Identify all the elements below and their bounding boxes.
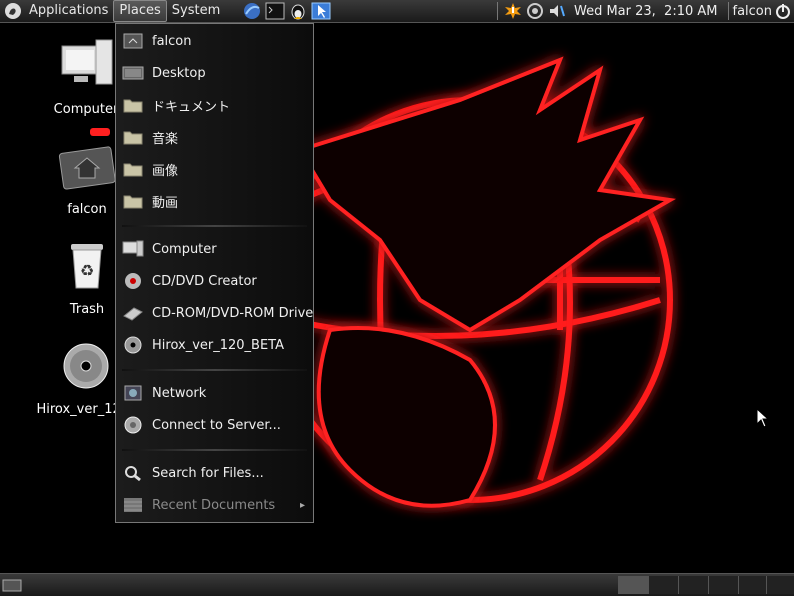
menu-item-network[interactable]: Network (116, 378, 313, 408)
volume-icon[interactable] (548, 2, 566, 20)
menu-item-videos[interactable]: 動画 (116, 186, 313, 216)
svg-text:♻: ♻ (80, 261, 94, 280)
places-menu: falcon Desktop ドキュメント 音楽 画像 動画 Computer … (115, 23, 314, 523)
menu-separator (122, 369, 307, 371)
search-icon (125, 466, 141, 482)
mouse-cursor-icon (756, 408, 770, 428)
drive-icon (123, 307, 143, 321)
shutdown-icon[interactable] (774, 2, 792, 20)
panel-separator (496, 2, 498, 20)
menu-item-pictures[interactable]: 画像 (116, 154, 313, 184)
applications-menu[interactable]: Applications (24, 1, 113, 21)
workspace-5[interactable] (738, 576, 768, 594)
main-menu-logo-icon[interactable] (2, 1, 24, 21)
panel-right-area: Wed Mar 23, 2:10 AM falcon (493, 0, 794, 22)
recent-documents-icon (124, 498, 142, 512)
user-switcher[interactable]: falcon (733, 4, 773, 19)
pointer-icon[interactable] (311, 2, 331, 20)
workspace-4[interactable] (708, 576, 738, 594)
menu-item-search-files[interactable]: Search for Files... (116, 458, 313, 488)
workspace-2[interactable] (648, 576, 678, 594)
workspace-3[interactable] (678, 576, 708, 594)
menu-item-documents[interactable]: ドキュメント (116, 90, 313, 120)
menu-item-computer[interactable]: Computer (116, 234, 313, 264)
menu-item-connect-server[interactable]: Connect to Server... (116, 410, 313, 440)
top-panel: Applications Places System Wed Mar 23, 2… (0, 0, 794, 23)
folder-icon (123, 99, 143, 113)
menu-item-music[interactable]: 音楽 (116, 122, 313, 152)
menu-item-cdrom-drive[interactable]: CD-ROM/DVD-ROM Drive (116, 298, 313, 328)
menu-item-recent-documents[interactable]: Recent Documents ▸ (116, 490, 313, 520)
cd-icon (124, 336, 142, 354)
terminal-icon[interactable] (265, 2, 285, 20)
computer-icon (122, 240, 144, 257)
folder-icon (123, 195, 143, 209)
network-icon (124, 385, 142, 401)
bottom-panel (0, 573, 794, 596)
show-desktop-icon[interactable] (2, 577, 22, 593)
server-icon (124, 416, 142, 434)
clock[interactable]: Wed Mar 23, 2:10 AM (574, 4, 718, 19)
update-icon[interactable] (504, 2, 522, 20)
network-icon[interactable] (526, 2, 544, 20)
menu-separator (122, 449, 307, 451)
home-folder-icon (123, 33, 143, 49)
menu-item-hirox-cd[interactable]: Hirox_ver_120_BETA (116, 330, 313, 360)
panel-separator (727, 2, 729, 20)
workspace-1[interactable] (618, 576, 648, 594)
menu-separator (122, 225, 307, 227)
cd-burner-icon (125, 273, 141, 289)
tux-icon[interactable] (288, 2, 308, 20)
folder-icon (123, 131, 143, 145)
places-menu-button[interactable]: Places (113, 0, 167, 22)
menu-item-falcon[interactable]: falcon (116, 26, 313, 56)
submenu-arrow-icon: ▸ (299, 499, 305, 511)
cd-icon (63, 343, 109, 389)
system-menu[interactable]: System (167, 1, 225, 21)
menu-item-cd-dvd-creator[interactable]: CD/DVD Creator (116, 266, 313, 296)
trash-icon: ♻ (71, 244, 103, 289)
desktop-folder-icon (122, 66, 144, 80)
menu-item-desktop[interactable]: Desktop (116, 58, 313, 88)
browser-icon[interactable] (242, 2, 262, 20)
home-folder-icon (58, 146, 116, 190)
folder-icon (123, 163, 143, 177)
computer-icon (61, 39, 113, 85)
workspace-6[interactable] (766, 576, 794, 594)
